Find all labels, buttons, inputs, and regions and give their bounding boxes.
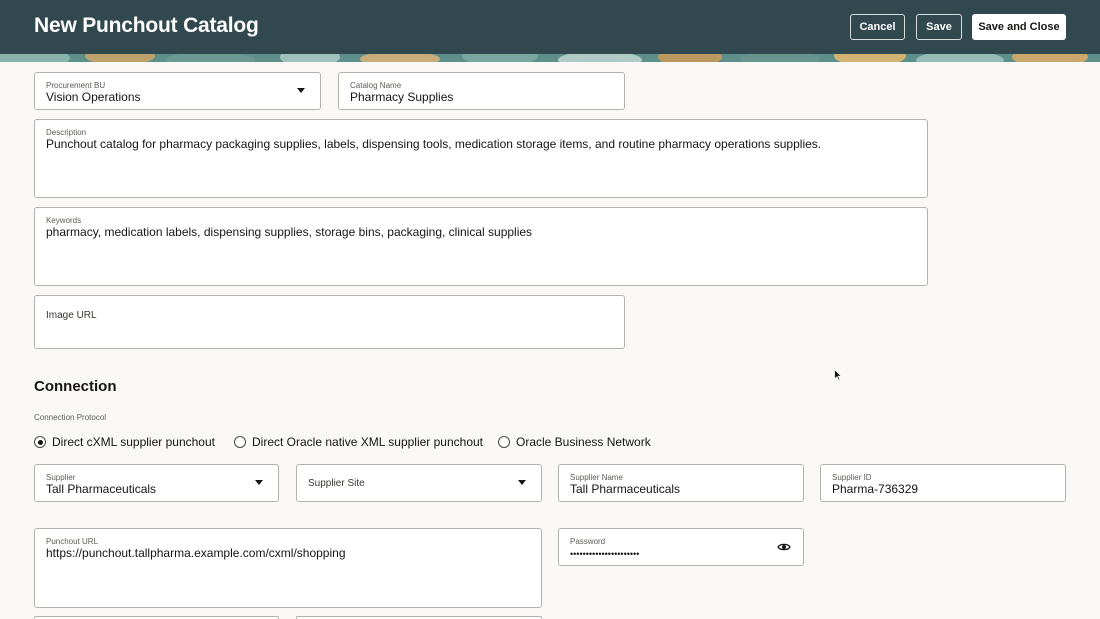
description-value: Punchout catalog for pharmacy packaging … [46,137,822,151]
punchout-url-label: Punchout URL [46,537,99,546]
chevron-down-icon [297,88,305,93]
mouse-pointer-icon [834,369,842,381]
supplier-id-field[interactable]: Supplier ID Pharma-736329 [820,464,1066,502]
keywords-value: pharmacy, medication labels, dispensing … [46,225,533,239]
radio-direct-oracle-xml-label: Direct Oracle native XML supplier puncho… [252,435,483,449]
radio-direct-oracle-xml[interactable]: Direct Oracle native XML supplier puncho… [234,435,483,449]
supplier-name-label: Supplier Name [570,473,623,482]
catalog-name-label: Catalog Name [350,81,402,90]
supplier-select[interactable]: Supplier Tall Pharmaceuticals [34,464,279,502]
supplier-name-field[interactable]: Supplier Name Tall Pharmaceuticals [558,464,804,502]
cancel-button[interactable]: Cancel [850,14,905,40]
radio-unselected-icon[interactable] [498,436,510,448]
page-header: New Punchout Catalog Cancel Save Save an… [0,0,1100,62]
eye-icon[interactable] [777,541,791,553]
supplier-site-label: Supplier Site [308,478,365,489]
procurement-bu-label: Procurement BU [46,81,106,90]
radio-direct-cxml-label: Direct cXML supplier punchout [52,435,215,449]
page-title: New Punchout Catalog [34,14,259,37]
save-and-close-button[interactable]: Save and Close [972,14,1066,40]
password-value: •••••••••••••••••••••• [570,549,640,559]
supplier-id-label: Supplier ID [832,473,872,482]
radio-direct-cxml[interactable]: Direct cXML supplier punchout [34,435,215,449]
procurement-bu-value: Vision Operations [46,90,141,104]
radio-unselected-icon[interactable] [234,436,246,448]
procurement-bu-select[interactable]: Procurement BU Vision Operations [34,72,321,110]
punchout-url-value: https://punchout.tallpharma.example.com/… [46,546,346,560]
save-button[interactable]: Save [916,14,962,40]
connection-section-title: Connection [34,378,117,395]
radio-oracle-business-network[interactable]: Oracle Business Network [498,435,651,449]
radio-oracle-business-network-label: Oracle Business Network [516,435,651,449]
supplier-name-value: Tall Pharmaceuticals [570,482,681,496]
chevron-down-icon [518,480,526,485]
password-label: Password [570,537,606,546]
supplier-value: Tall Pharmaceuticals [46,482,157,496]
description-label: Description [46,128,87,137]
keywords-textarea[interactable]: Keywords pharmacy, medication labels, di… [34,207,928,286]
radio-selected-icon[interactable] [34,436,46,448]
password-field[interactable]: Password •••••••••••••••••••••• [558,528,804,566]
supplier-site-select[interactable]: Supplier Site [296,464,542,502]
keywords-label: Keywords [46,216,82,225]
punchout-url-textarea[interactable]: Punchout URL https://punchout.tallpharma… [34,528,542,608]
image-url-label: Image URL [46,310,97,321]
catalog-name-value: Pharmacy Supplies [350,90,454,104]
connection-protocol-label: Connection Protocol [34,413,107,422]
description-textarea[interactable]: Description Punchout catalog for pharmac… [34,119,928,198]
supplier-id-value: Pharma-736329 [832,482,919,496]
catalog-name-field[interactable]: Catalog Name Pharmacy Supplies [338,72,625,110]
chevron-down-icon [255,480,263,485]
image-url-field[interactable]: Image URL [34,295,625,349]
supplier-label: Supplier [46,473,76,482]
